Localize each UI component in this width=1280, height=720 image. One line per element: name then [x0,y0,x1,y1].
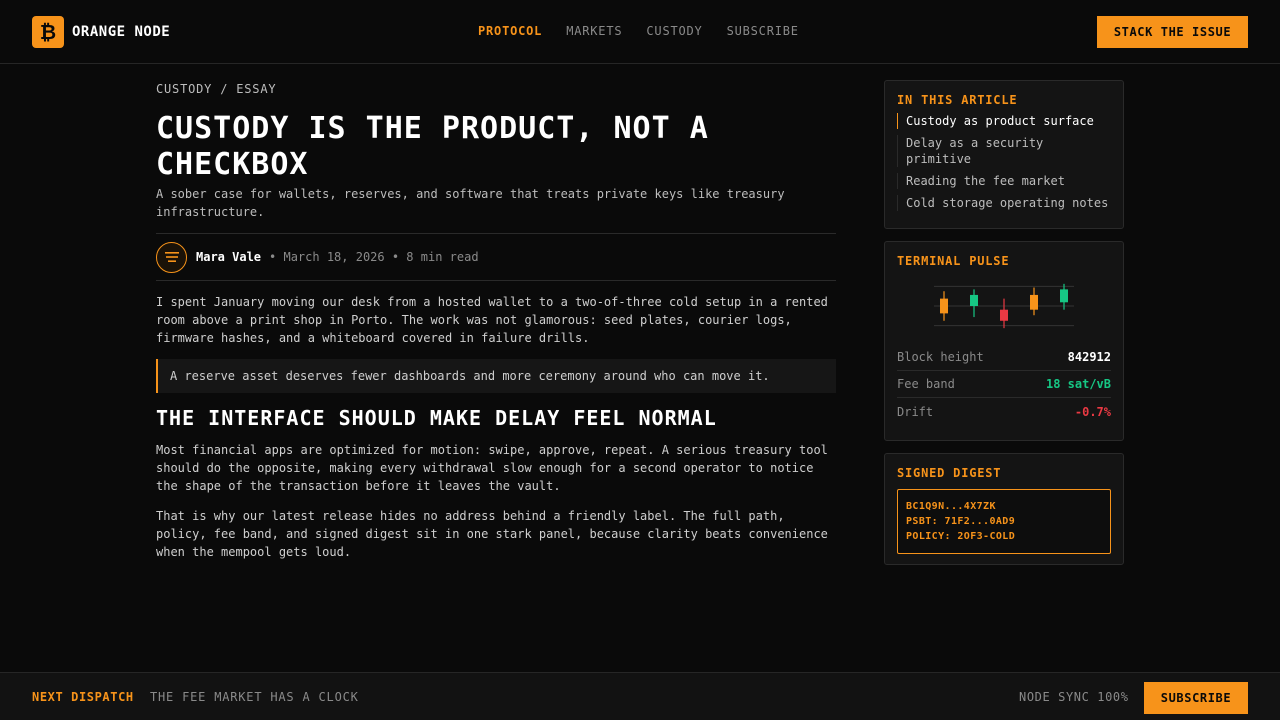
candle-2 [1000,298,1008,329]
next-dispatch-label: NEXT DISPATCH [32,690,134,704]
node-sync-status: NODE SYNC 100% [1019,690,1129,704]
toc-item-delay[interactable]: Delay as a security primitive [897,135,1111,167]
nav-markets[interactable]: MARKETS [566,24,622,38]
nav-subscribe[interactable]: SUBSCRIBE [727,24,799,38]
stat-value: 842912 [1067,350,1111,364]
terminal-pulse-panel: TERMINAL PULSE Block height 842912 Fee b… [884,241,1124,441]
byline: Mara Vale • March 18, 2026 • 8 min read [156,233,836,281]
toc-panel: IN THIS ARTICLE Custody as product surfa… [884,80,1124,229]
author-name[interactable]: Mara Vale [196,250,261,264]
main-nav: PROTOCOL MARKETS CUSTODY SUBSCRIBE [478,24,799,38]
article-subtitle: A sober case for wallets, reserves, and … [156,187,785,219]
stats-list: Block height 842912 Fee band 18 sat/vB D… [897,344,1111,425]
nav-custody[interactable]: CUSTODY [646,24,702,38]
section-heading: THE INTERFACE SHOULD MAKE DELAY FEEL NOR… [156,406,717,430]
avatar[interactable] [156,241,187,273]
stat-value: -0.7% [1074,404,1111,419]
subscribe-button[interactable]: SUBSCRIBE [1144,682,1248,714]
page-title: CUSTODY IS THE PRODUCT, NOT A CHECKBOX [156,111,709,182]
candle-body [1030,294,1038,310]
digest-policy: POLICY: 2OF3-COLD [906,531,1016,542]
stat-drift: Drift -0.7% [897,398,1111,425]
footer-bar: NEXT DISPATCH THE FEE MARKET HAS A CLOCK… [0,672,1280,720]
stat-label: Drift [897,404,934,419]
toc-list: Custody as product surface Delay as a se… [897,113,1111,211]
next-dispatch-title[interactable]: THE FEE MARKET HAS A CLOCK [150,690,359,704]
toc-item-custody[interactable]: Custody as product surface [897,113,1111,129]
stat-block-height: Block height 842912 [897,344,1111,371]
stack-the-issue-button[interactable]: STACK THE ISSUE [1097,16,1248,48]
breadcrumb[interactable]: CUSTODY / ESSAY [156,82,836,96]
stat-label: Fee band [897,377,955,391]
toc-item-cold-storage[interactable]: Cold storage operating notes [897,195,1111,211]
toc-item-fee-market[interactable]: Reading the fee market [897,173,1111,189]
top-bar: ₿ ORANGE NODE PROTOCOL MARKETS CUSTODY S… [0,0,1280,64]
brand[interactable]: ₿ ORANGE NODE [32,16,170,48]
article: CUSTODY / ESSAY CUSTODY IS THE PRODUCT, … [156,82,836,561]
stat-label: Block height [897,350,984,364]
digest-title: SIGNED DIGEST [897,466,1002,480]
candlestick-chart [934,283,1074,329]
nav-protocol[interactable]: PROTOCOL [478,24,542,38]
pull-quote: A reserve asset deserves fewer dashboard… [156,359,836,393]
candle-body [1060,289,1068,303]
bitcoin-icon: ₿ [32,16,64,48]
candle-body [940,298,948,314]
toc-title: IN THIS ARTICLE [897,93,1018,107]
pulse-title: TERMINAL PULSE [897,254,1010,268]
article-meta: • March 18, 2026 • 8 min read [269,250,479,264]
menu-lines-icon [164,252,179,262]
candle-body [970,294,978,306]
signed-digest-panel: SIGNED DIGEST BC1Q9N...4X7ZK PSBT: 71F2.… [884,453,1124,565]
digest-box[interactable]: BC1Q9N...4X7ZK PSBT: 71F2...0AD9 POLICY:… [897,489,1111,554]
digest-address: BC1Q9N...4X7ZK [906,501,996,512]
candle-1 [970,289,978,318]
paragraph-2: Most financial apps are optimized for mo… [156,443,828,493]
brand-name: ORANGE NODE [72,24,171,40]
candle-3 [1030,287,1038,316]
stat-fee-band: Fee band 18 sat/vB [897,371,1111,398]
stat-value: 18 sat/vB [1045,377,1111,391]
candle-0 [940,291,948,321]
candle-body [1000,309,1008,321]
digest-psbt: PSBT: 71F2...0AD9 [906,516,1016,527]
paragraph-3: That is why our latest release hides no … [156,509,828,559]
paragraph-1: I spent January moving our desk from a h… [156,295,828,345]
